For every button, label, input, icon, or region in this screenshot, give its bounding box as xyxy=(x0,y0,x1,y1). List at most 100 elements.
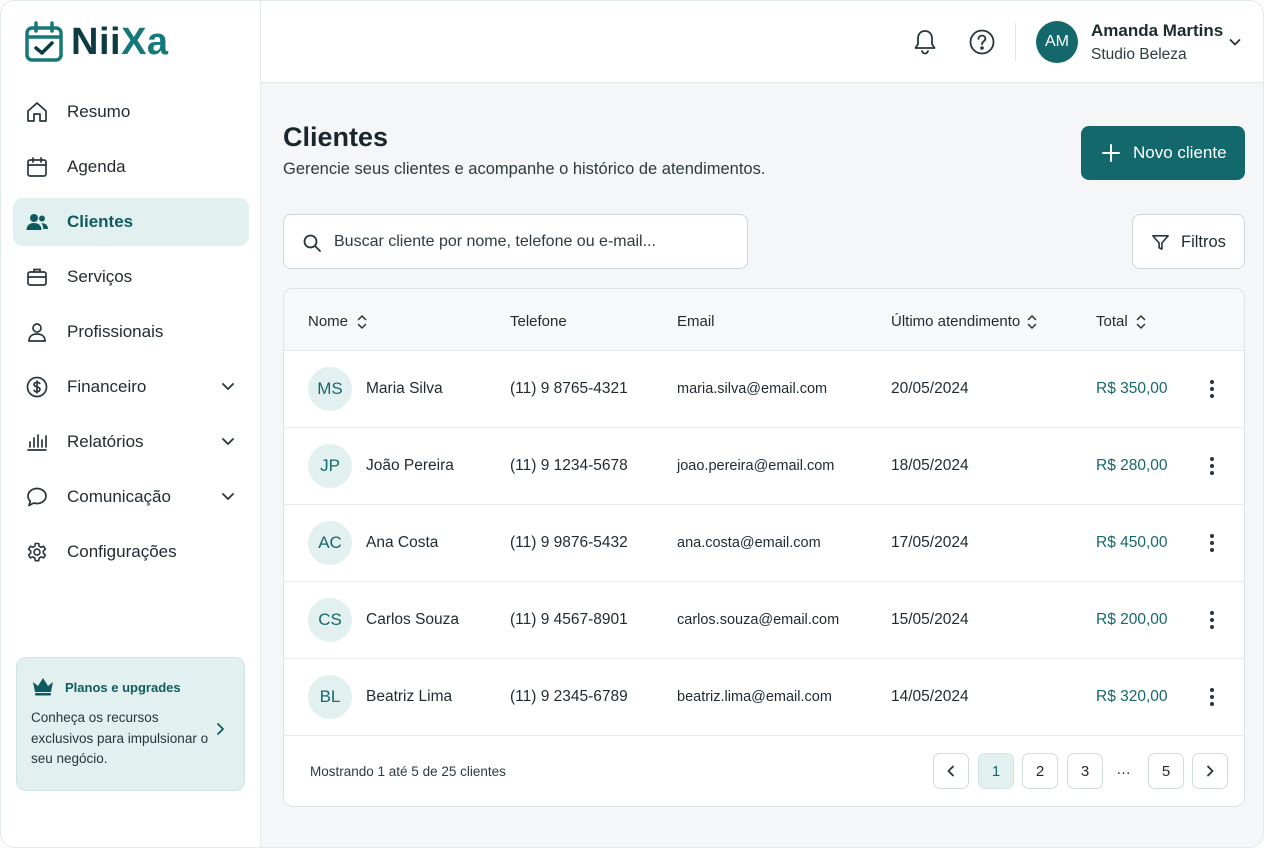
client-avatar: BL xyxy=(308,675,352,719)
column-header-email: Email xyxy=(677,313,715,330)
top-header: AM Amanda Martins Studio Beleza xyxy=(261,1,1263,83)
client-avatar: CS xyxy=(308,598,352,642)
filters-button[interactable]: Filtros xyxy=(1132,214,1245,269)
table-row[interactable]: AC Ana Costa (11) 9 9876-5432 ana.costa@… xyxy=(284,505,1244,582)
upgrade-text: Conheça os recursos exclusivos para impu… xyxy=(31,710,209,766)
sidebar-item-label: Agenda xyxy=(67,157,126,176)
crown-icon xyxy=(33,678,53,696)
client-phone: (11) 9 1234-5678 xyxy=(510,457,628,474)
sidebar-item-label: Resumo xyxy=(67,102,131,121)
new-client-button[interactable]: Novo cliente xyxy=(1081,126,1245,180)
client-name[interactable]: Carlos Souza xyxy=(366,611,459,629)
client-name[interactable]: João Pereira xyxy=(366,457,454,475)
calendar-icon xyxy=(27,157,47,177)
client-name[interactable]: Beatriz Lima xyxy=(366,688,452,706)
sidebar-item-financeiro[interactable]: Financeiro xyxy=(13,363,249,411)
chevron-down-icon[interactable] xyxy=(219,432,237,450)
client-phone: (11) 9 9876-5432 xyxy=(510,534,628,551)
table-row[interactable]: JP João Pereira (11) 9 1234-5678 joao.pe… xyxy=(284,428,1244,505)
search-box[interactable] xyxy=(283,214,748,269)
user-name[interactable]: Amanda Martins xyxy=(1091,21,1223,41)
chevron-right-icon[interactable] xyxy=(212,721,228,737)
column-header-telefone: Telefone xyxy=(510,313,567,330)
plus-icon xyxy=(1102,144,1120,162)
sidebar-nav: Resumo Agenda Clientes Serviços Profissi… xyxy=(13,88,249,583)
more-vertical-icon[interactable] xyxy=(1200,608,1224,632)
table-header: Nome Telefone Email Último atendimento T… xyxy=(284,289,1244,351)
client-total: R$ 200,00 xyxy=(1096,611,1168,628)
chevron-down-icon[interactable] xyxy=(219,377,237,395)
column-header-nome[interactable]: Nome xyxy=(308,313,348,330)
briefcase-icon xyxy=(27,268,47,286)
sidebar-item-servicos[interactable]: Serviços xyxy=(13,253,249,301)
more-vertical-icon[interactable] xyxy=(1200,531,1224,555)
upgrade-card[interactable]: Planos e upgrades Conheça os recursos ex… xyxy=(16,657,245,791)
sidebar-item-label: Serviços xyxy=(67,267,133,286)
sidebar-item-comunicacao[interactable]: Comunicação xyxy=(13,473,249,521)
client-total: R$ 450,00 xyxy=(1096,534,1168,551)
sidebar-item-profissionais[interactable]: Profissionais xyxy=(13,308,249,356)
next-page-button[interactable] xyxy=(1192,753,1228,789)
sidebar-item-label: Comunicação xyxy=(67,487,171,506)
brand-name: NiiXa xyxy=(71,21,169,63)
sidebar-item-label: Financeiro xyxy=(67,377,147,396)
new-client-label: Novo cliente xyxy=(1133,143,1227,162)
clients-table: Nome Telefone Email Último atendimento T… xyxy=(283,288,1245,807)
sidebar-item-clientes[interactable]: Clientes xyxy=(13,198,249,246)
calendar-check-logo-icon xyxy=(25,21,63,62)
sidebar: NiiXa Resumo Agenda Clientes Serviços Pr… xyxy=(1,1,261,847)
more-vertical-icon[interactable] xyxy=(1200,685,1224,709)
users-icon xyxy=(26,214,48,230)
client-avatar: JP xyxy=(308,444,352,488)
client-name[interactable]: Ana Costa xyxy=(366,534,438,552)
chevron-down-icon[interactable] xyxy=(1227,34,1243,50)
sidebar-item-configuracoes[interactable]: Configurações xyxy=(13,528,249,576)
client-last-visit: 15/05/2024 xyxy=(891,611,969,628)
client-last-visit: 17/05/2024 xyxy=(891,534,969,551)
more-vertical-icon[interactable] xyxy=(1200,454,1224,478)
page-title: Clientes xyxy=(283,122,389,152)
table-row[interactable]: MS Maria Silva (11) 9 8765-4321 maria.si… xyxy=(284,351,1244,428)
column-header-ultimo-atendimento[interactable]: Último atendimento xyxy=(891,313,1020,330)
page-button-2[interactable]: 2 xyxy=(1022,753,1058,789)
filters-label: Filtros xyxy=(1181,233,1226,251)
sort-icon[interactable] xyxy=(1134,313,1148,331)
table-row[interactable]: CS Carlos Souza (11) 9 4567-8901 carlos.… xyxy=(284,582,1244,659)
logo[interactable]: NiiXa xyxy=(25,21,169,63)
client-name[interactable]: Maria Silva xyxy=(366,380,443,398)
more-vertical-icon[interactable] xyxy=(1200,377,1224,401)
user-avatar[interactable]: AM xyxy=(1036,21,1078,63)
bar-chart-icon xyxy=(27,434,47,451)
pagination-ellipsis: … xyxy=(1116,761,1131,778)
search-icon xyxy=(303,234,321,252)
chevron-down-icon[interactable] xyxy=(219,487,237,505)
bell-icon[interactable] xyxy=(909,26,941,58)
client-email: ana.costa@email.com xyxy=(677,535,821,551)
sidebar-item-resumo[interactable]: Resumo xyxy=(13,88,249,136)
sidebar-item-label: Clientes xyxy=(67,212,134,231)
previous-page-button[interactable] xyxy=(933,753,969,789)
chevron-right-icon xyxy=(1207,765,1214,777)
filter-icon xyxy=(1152,235,1169,250)
search-input[interactable] xyxy=(334,225,734,259)
page-subtitle: Gerencie seus clientes e acompanhe o his… xyxy=(283,160,766,178)
pagination-summary: Mostrando 1 até 5 de 25 clientes xyxy=(310,764,506,779)
user-business: Studio Beleza xyxy=(1091,46,1187,63)
page-button-1[interactable]: 1 xyxy=(978,753,1014,789)
sort-icon[interactable] xyxy=(1025,313,1039,331)
client-last-visit: 14/05/2024 xyxy=(891,688,969,705)
client-total: R$ 320,00 xyxy=(1096,688,1168,705)
page-button-3[interactable]: 3 xyxy=(1067,753,1103,789)
page-button-5[interactable]: 5 xyxy=(1148,753,1184,789)
column-header-total[interactable]: Total xyxy=(1096,313,1128,330)
app-window: NiiXa Resumo Agenda Clientes Serviços Pr… xyxy=(0,0,1264,848)
sidebar-item-agenda[interactable]: Agenda xyxy=(13,143,249,191)
header-divider xyxy=(1015,23,1016,61)
upgrade-title: Planos e upgrades xyxy=(65,680,181,695)
sidebar-item-relatorios[interactable]: Relatórios xyxy=(13,418,249,466)
help-icon[interactable] xyxy=(966,26,998,58)
dollar-icon xyxy=(26,376,48,398)
gear-icon xyxy=(27,542,47,562)
table-row[interactable]: BL Beatriz Lima (11) 9 2345-6789 beatriz… xyxy=(284,659,1244,736)
sort-icon[interactable] xyxy=(355,313,369,331)
